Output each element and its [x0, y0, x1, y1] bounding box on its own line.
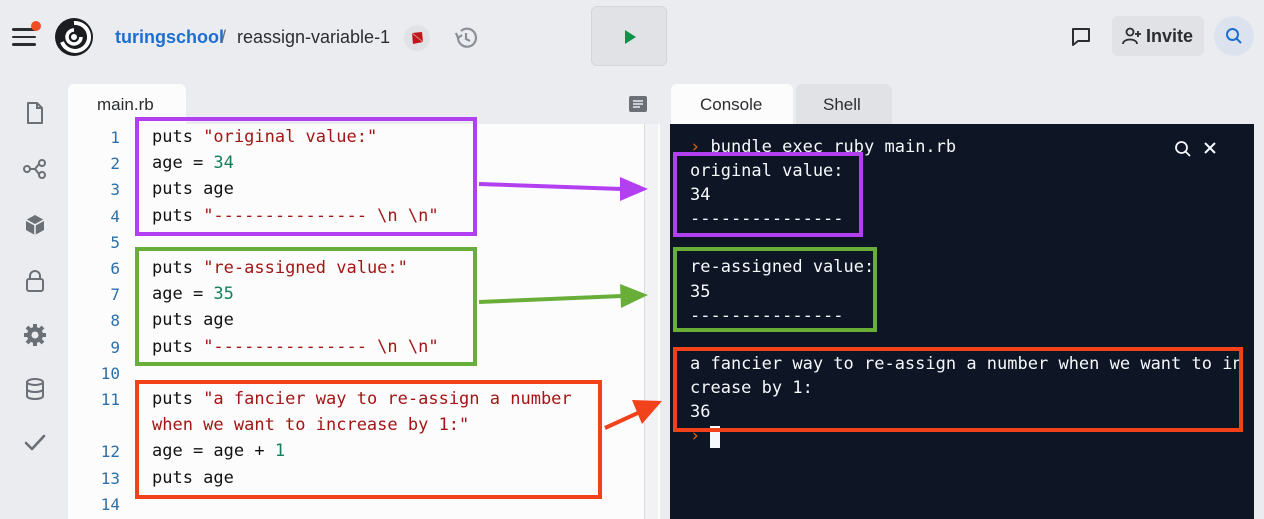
arrow-green [478, 294, 623, 304]
annotation-arrows [478, 177, 662, 430]
arrow-purple [478, 182, 623, 191]
arrow-red [604, 410, 641, 430]
